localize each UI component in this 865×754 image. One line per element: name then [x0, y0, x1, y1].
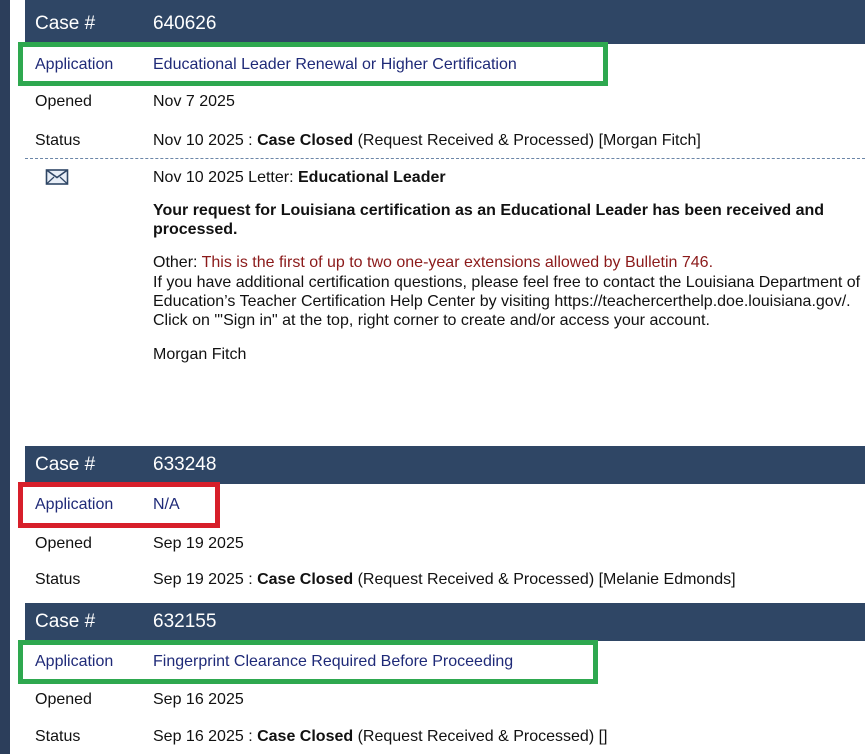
opened-label: Opened: [35, 535, 92, 552]
opened-row: Opened Nov 7 2025: [25, 85, 865, 119]
left-border: [0, 0, 10, 754]
letter-title: Nov 10 2025 Letter: Educational Leader: [153, 169, 865, 187]
case-header: Case # 633248: [25, 446, 865, 484]
status-detail: (Request Received & Processed) [Morgan F…: [357, 132, 701, 149]
status-row: Status Sep 19 2025 : Case Closed (Reques…: [25, 563, 865, 597]
opened-label: Opened: [35, 93, 92, 110]
other-text: This is the first of up to two one-year …: [201, 254, 714, 272]
status-detail: (Request Received & Processed) []: [357, 728, 608, 745]
letter-details: Other: This is the first of up to two on…: [153, 253, 865, 330]
case-label: Case #: [35, 13, 96, 34]
highlight-box-red: [18, 482, 220, 528]
opened-value: Sep 16 2025: [153, 691, 244, 708]
status-label: Status: [35, 571, 81, 588]
case-number[interactable]: 640626: [153, 13, 865, 35]
case-list: Case # 640626 Application Educational Le…: [10, 0, 865, 754]
highlight-box-green: [18, 42, 608, 86]
status-date: Sep 19 2025 :: [153, 571, 253, 588]
case-label: Case #: [35, 611, 96, 632]
status-label: Status: [35, 728, 81, 745]
status-value: Nov 10 2025 : Case Closed (Request Recei…: [153, 132, 865, 150]
status-date: Nov 10 2025 :: [153, 132, 253, 149]
status-value: Sep 16 2025 : Case Closed (Request Recei…: [153, 728, 865, 746]
letter-section: Nov 10 2025 Letter: Educational Leader Y…: [25, 158, 865, 437]
status-value: Sep 19 2025 : Case Closed (Request Recei…: [153, 571, 865, 589]
highlight-box-green: [18, 640, 598, 684]
application-value[interactable]: N/A: [153, 496, 865, 514]
case-history-panel: Case # 640626 Application Educational Le…: [0, 0, 865, 754]
opened-value: Nov 7 2025: [153, 93, 235, 110]
other-label: Other:: [153, 254, 198, 272]
status-bold: Case Closed: [257, 571, 354, 588]
case-number[interactable]: 633248: [153, 454, 865, 476]
opened-value: Sep 19 2025: [153, 535, 244, 552]
case-header: Case # 640626: [25, 0, 865, 44]
case-number[interactable]: 632155: [153, 611, 865, 633]
letter-signature: Morgan Fitch: [153, 346, 247, 364]
status-label: Status: [35, 132, 81, 149]
status-bold: Case Closed: [257, 728, 354, 745]
case-label: Case #: [35, 454, 96, 475]
status-row: Status Nov 10 2025 : Case Closed (Reques…: [25, 124, 865, 158]
envelope-icon[interactable]: [45, 167, 69, 187]
status-row: Status Sep 16 2025 : Case Closed (Reques…: [25, 720, 865, 754]
letter-body: Nov 10 2025 Letter: Educational Leader Y…: [153, 159, 865, 364]
case-header: Case # 632155: [25, 603, 865, 641]
status-detail: (Request Received & Processed) [Melanie …: [357, 571, 736, 588]
letter-date: Nov 10 2025 Letter:: [153, 169, 294, 186]
letter-subject: Educational Leader: [298, 169, 446, 186]
letter-body-text: If you have additional certification que…: [153, 273, 861, 329]
status-date: Sep 16 2025 :: [153, 728, 253, 745]
status-bold: Case Closed: [257, 132, 354, 149]
opened-row: Opened Sep 16 2025: [25, 683, 865, 717]
letter-main-text: Your request for Louisiana certification…: [153, 202, 825, 239]
opened-row: Opened Sep 19 2025: [25, 527, 865, 561]
opened-label: Opened: [35, 691, 92, 708]
